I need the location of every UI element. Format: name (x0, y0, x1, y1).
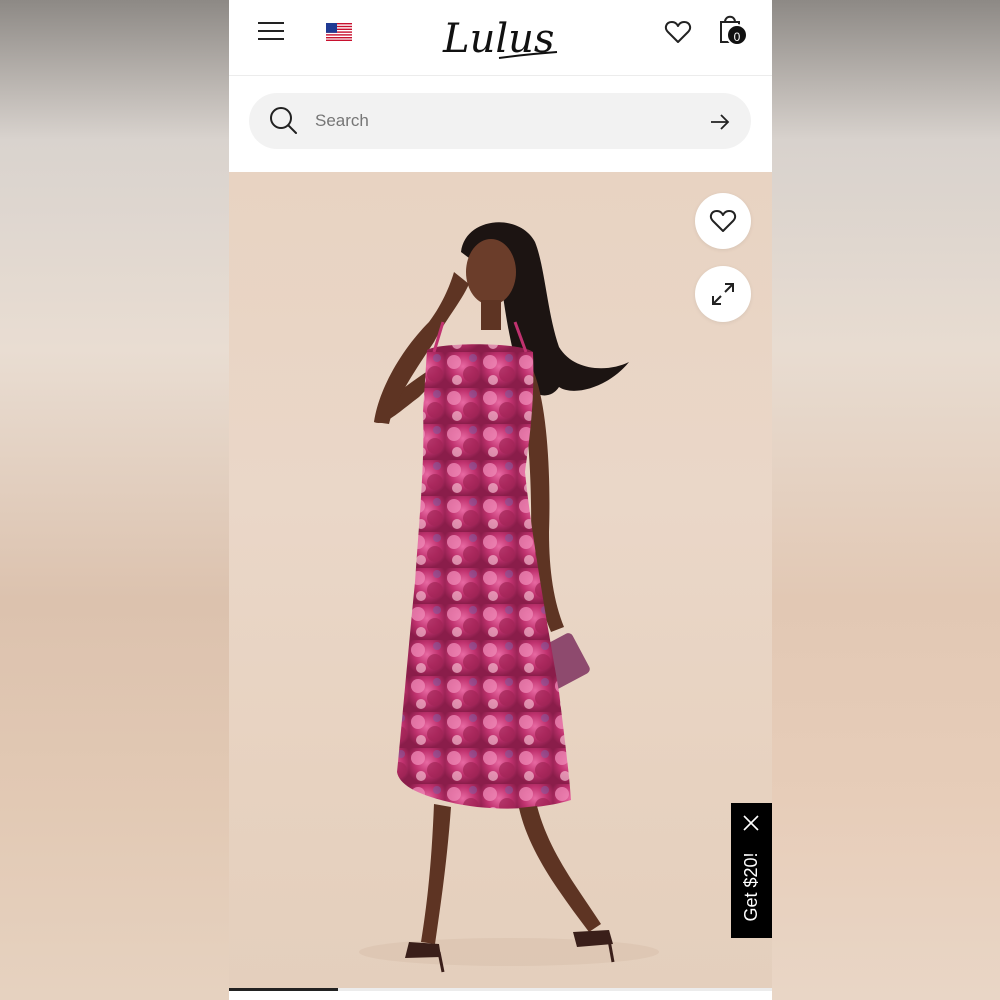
expand-icon (712, 283, 734, 305)
search-bar[interactable] (249, 93, 751, 149)
promo-label[interactable]: Get $20! (741, 832, 763, 942)
top-navigation-bar: Lulus 0 (229, 0, 772, 76)
search-icon (270, 107, 297, 134)
gallery-progress-fill (229, 988, 338, 991)
model-photo (359, 222, 659, 973)
svg-text:Lulus: Lulus (442, 16, 554, 62)
search-section (229, 76, 772, 172)
heart-icon[interactable] (664, 18, 692, 46)
product-image[interactable] (229, 172, 772, 988)
bag-count-badge: 0 (726, 24, 748, 46)
hamburger-menu-icon[interactable] (258, 20, 284, 42)
arrow-right-icon[interactable] (709, 111, 731, 133)
brand-logo[interactable]: Lulus (439, 8, 559, 66)
background-left (0, 0, 229, 1000)
search-input[interactable] (315, 106, 695, 136)
expand-image-button[interactable] (695, 266, 751, 322)
background-right (772, 0, 1000, 1000)
gallery-progress-track (229, 988, 772, 991)
promo-tab[interactable]: Get $20! (731, 803, 772, 938)
mobile-page: Lulus 0 Search Get $20! (229, 0, 772, 1000)
heart-icon (709, 210, 737, 232)
us-flag-icon[interactable] (326, 23, 352, 41)
close-icon[interactable] (743, 815, 759, 831)
wishlist-button[interactable] (695, 193, 751, 249)
